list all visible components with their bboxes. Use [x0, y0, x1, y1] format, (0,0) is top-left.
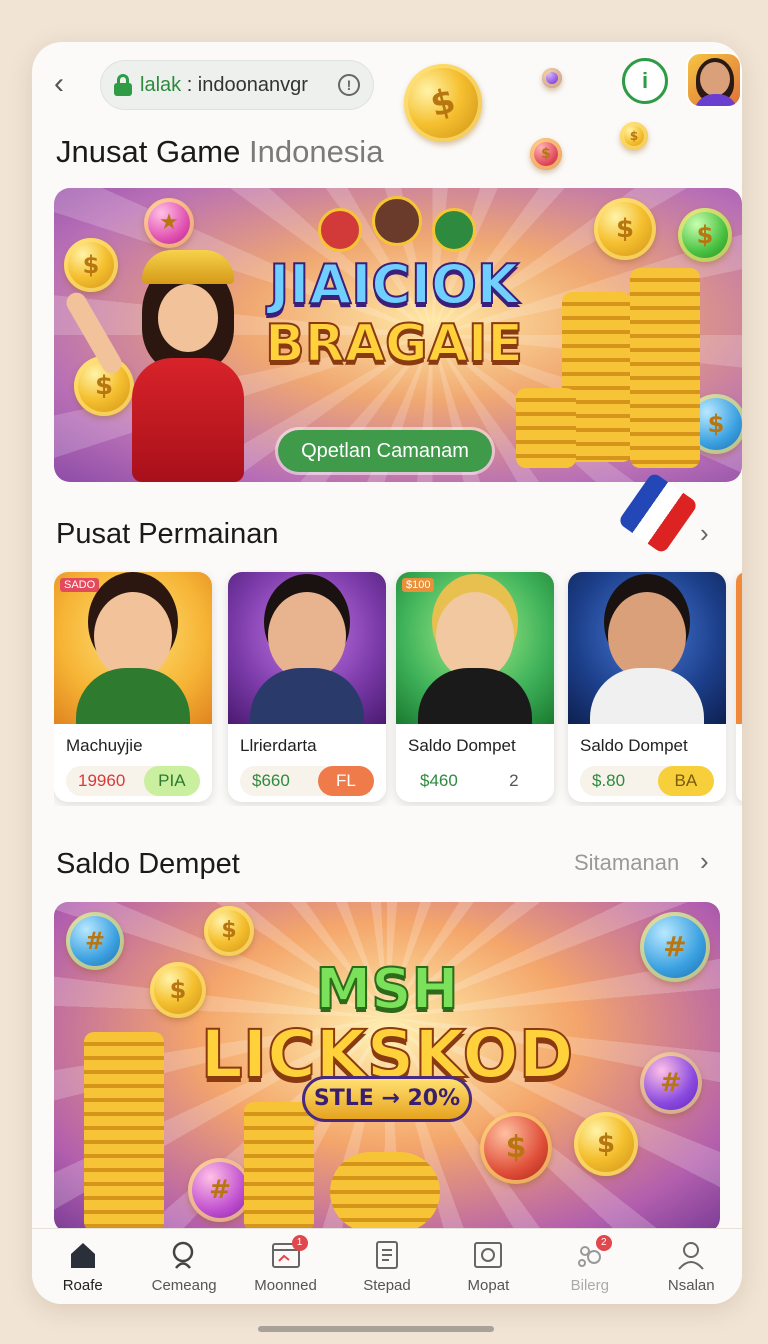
- nav-item-search[interactable]: Cemeang: [133, 1229, 234, 1304]
- coin-icon: #: [188, 1158, 252, 1222]
- chevron-right-icon[interactable]: ›: [700, 518, 709, 549]
- game-card-partial[interactable]: [736, 572, 742, 802]
- info-icon[interactable]: !: [338, 74, 360, 96]
- price-amount: 19960: [78, 771, 126, 790]
- coin-icon: $: [620, 122, 648, 150]
- document-icon: [375, 1241, 398, 1269]
- hero-badges: [318, 188, 478, 252]
- url-bar[interactable]: lalak : indoonanvgr !: [100, 60, 374, 110]
- coin-icon: $: [480, 1112, 552, 1184]
- coin-icon: $: [204, 906, 254, 956]
- nav-item-square[interactable]: Mopat: [438, 1229, 539, 1304]
- game-price: $460 2: [408, 766, 542, 796]
- home-icon: [70, 1243, 95, 1268]
- hero-banner[interactable]: ★ $ $ $ $ $ JIAICIOK BRAGAIE Qpetlan Cam…: [54, 188, 742, 482]
- avatar[interactable]: [686, 52, 742, 108]
- promo-logo: MSH LICKSKOD: [200, 957, 575, 1093]
- bottom-nav: Roafe Cemeang 1 Moonned Stepad Mopat 2 B…: [32, 1228, 742, 1304]
- url-text: lalak : indoonanvgr: [140, 73, 308, 96]
- square-icon: [474, 1242, 503, 1268]
- game-name: Saldo Dompet: [580, 736, 688, 755]
- nav-item-bell[interactable]: 2 Bilerg: [539, 1229, 640, 1304]
- hero-cta-button[interactable]: Qpetlan Camanam: [278, 430, 492, 472]
- coin-stack: [330, 1152, 440, 1232]
- nav-item-document[interactable]: Stepad: [336, 1229, 437, 1304]
- browser-top-bar: ‹ lalak : indoonanvgr ! i $ $ $: [32, 42, 742, 170]
- bell-icon: 2: [574, 1235, 612, 1271]
- coin-icon: $: [594, 198, 656, 260]
- price-tag[interactable]: BA: [657, 766, 714, 796]
- game-name: Saldo Dompet: [408, 736, 516, 755]
- info-button[interactable]: i: [622, 58, 668, 104]
- game-name: Machuyjie: [66, 736, 143, 755]
- game-name: Llrierdarta: [240, 736, 317, 755]
- coin-icon: $: [574, 1112, 638, 1176]
- hero-logo: JIAICIOK BRAGAIE: [264, 253, 524, 374]
- coin-icon: [542, 68, 562, 88]
- section-title-games: Pusat Permainan: [56, 518, 279, 550]
- nav-item-profile[interactable]: Nsalan: [641, 1229, 742, 1304]
- price-tag[interactable]: PIA: [143, 766, 200, 796]
- price-amount: $.80: [592, 771, 626, 790]
- calendar-icon: 1: [270, 1235, 308, 1271]
- see-all-link[interactable]: Sitamanan: [574, 850, 679, 876]
- coin-icon: $: [530, 138, 562, 170]
- page-title: Jnusat Game Indonesia: [56, 134, 384, 169]
- coin-stack: [516, 388, 576, 468]
- nav-item-calendar[interactable]: 1 Moonned: [235, 1229, 336, 1304]
- search-icon: [172, 1241, 194, 1269]
- coin-stack: [630, 268, 700, 468]
- coin-icon: $: [395, 55, 491, 151]
- game-thumbnail: [568, 572, 726, 724]
- game-thumbnail: SADO: [54, 572, 212, 724]
- phone-screen: ‹ lalak : indoonanvgr ! i $ $ $ Jnusat G…: [32, 42, 742, 1304]
- back-chevron-icon[interactable]: ‹: [54, 66, 84, 102]
- game-card[interactable]: Saldo Dompet $.80 BA: [568, 572, 726, 802]
- promo-banner[interactable]: # $ # # $ $ $ # MSH LICKSKOD STLE → 20%: [54, 902, 720, 1232]
- price-tag[interactable]: FL: [317, 766, 374, 796]
- game-card[interactable]: SADO Machuyjie 19960 PIA: [54, 572, 212, 802]
- game-thumbnail: [228, 572, 386, 724]
- coin-stack: [244, 1102, 314, 1232]
- dice-icon: [617, 471, 699, 555]
- section-title-wallet: Saldo Dempet: [56, 848, 240, 880]
- nav-item-home[interactable]: Roafe: [32, 1229, 133, 1304]
- home-indicator[interactable]: [258, 1326, 494, 1332]
- price-amount: $660: [252, 771, 290, 790]
- game-card[interactable]: $100 Saldo Dompet $460 2: [396, 572, 554, 802]
- game-price: $.80 BA: [580, 766, 714, 796]
- promo-bonus-pill[interactable]: STLE → 20%: [302, 1076, 472, 1122]
- notification-badge: 2: [595, 1235, 612, 1251]
- coin-icon: ★: [144, 198, 194, 248]
- price-amount: $460: [420, 771, 458, 790]
- game-price: 19960 PIA: [66, 766, 200, 796]
- game-card-list: SADO Machuyjie 19960 PIA Llrierdarta $66…: [54, 570, 742, 806]
- game-thumbnail: $100: [396, 572, 554, 724]
- hero-character: [62, 248, 272, 482]
- notification-badge: 1: [291, 1235, 308, 1251]
- lock-icon: [114, 74, 132, 96]
- price-tag[interactable]: 2: [486, 766, 542, 796]
- chevron-right-icon[interactable]: ›: [700, 846, 709, 877]
- coin-icon: $: [678, 208, 732, 262]
- game-card[interactable]: Llrierdarta $660 FL: [228, 572, 386, 802]
- user-icon: [678, 1242, 704, 1270]
- game-price: $660 FL: [240, 766, 374, 796]
